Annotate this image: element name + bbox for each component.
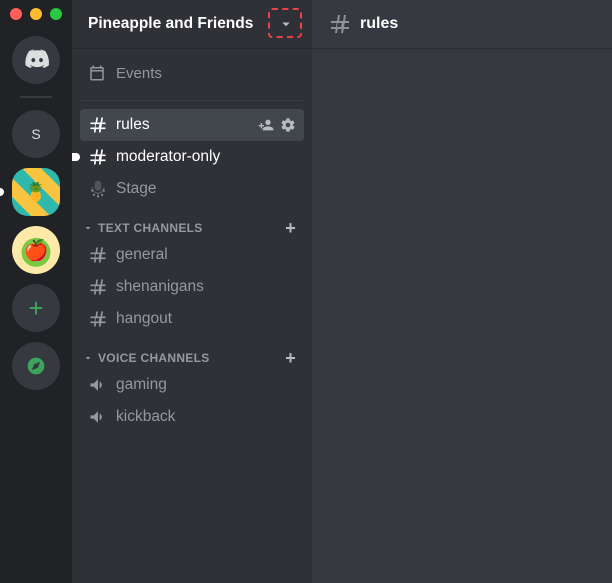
add-voice-channel-button[interactable]: +: [285, 352, 296, 364]
rail-separator: [20, 96, 52, 98]
hash-icon: [328, 12, 352, 36]
current-channel-name: rules: [360, 15, 398, 33]
unread-indicator: [72, 153, 80, 161]
channel-label: kickback: [116, 408, 175, 426]
close-window-icon[interactable]: [10, 8, 22, 20]
channel-shenanigans[interactable]: shenanigans: [80, 271, 304, 303]
server-name: Pineapple and Friends: [88, 15, 253, 33]
channel-rules[interactable]: rules: [80, 109, 304, 141]
create-invite-icon[interactable]: [258, 117, 274, 133]
channel-label: rules: [116, 116, 150, 134]
channel-hangout[interactable]: hangout: [80, 303, 304, 335]
category-label: VOICE CHANNELS: [98, 351, 210, 365]
channel-label: general: [116, 246, 168, 264]
window-traffic-lights: [10, 8, 62, 20]
maximize-window-icon[interactable]: [50, 8, 62, 20]
channel-label: shenanigans: [116, 278, 204, 296]
category-label: TEXT CHANNELS: [98, 221, 203, 235]
divider: [80, 100, 304, 101]
server-menu-chevron-icon[interactable]: [276, 14, 296, 34]
channel-stage[interactable]: Stage: [80, 173, 304, 205]
channel-header: rules: [312, 0, 612, 48]
channel-general[interactable]: general: [80, 239, 304, 271]
category-text-channels[interactable]: TEXT CHANNELS +: [80, 205, 304, 239]
explore-servers-button[interactable]: [12, 342, 60, 390]
home-button[interactable]: [12, 36, 60, 84]
channel-settings-icon[interactable]: [280, 117, 296, 133]
voice-channel-kickback[interactable]: kickback: [80, 401, 304, 433]
channel-label: gaming: [116, 376, 167, 394]
events-link[interactable]: Events: [80, 54, 304, 92]
channel-sidebar: Pineapple and Friends Events rules: [72, 0, 312, 583]
add-server-button[interactable]: +: [12, 284, 60, 332]
voice-channel-gaming[interactable]: gaming: [80, 369, 304, 401]
channel-label: moderator-only: [116, 148, 220, 166]
server-header[interactable]: Pineapple and Friends: [72, 0, 312, 48]
channel-label: hangout: [116, 310, 172, 328]
server-pineapple[interactable]: [12, 168, 60, 216]
server-tree[interactable]: [12, 226, 60, 274]
events-label: Events: [116, 65, 162, 82]
main-content: rules: [312, 0, 612, 583]
channel-moderator-only[interactable]: moderator-only: [80, 141, 304, 173]
minimize-window-icon[interactable]: [30, 8, 42, 20]
category-voice-channels[interactable]: VOICE CHANNELS +: [80, 335, 304, 369]
active-server-indicator: [0, 188, 4, 196]
server-avatar-initial[interactable]: S: [12, 110, 60, 158]
channel-label: Stage: [116, 180, 157, 198]
add-text-channel-button[interactable]: +: [285, 222, 296, 234]
server-rail: S +: [0, 0, 72, 583]
